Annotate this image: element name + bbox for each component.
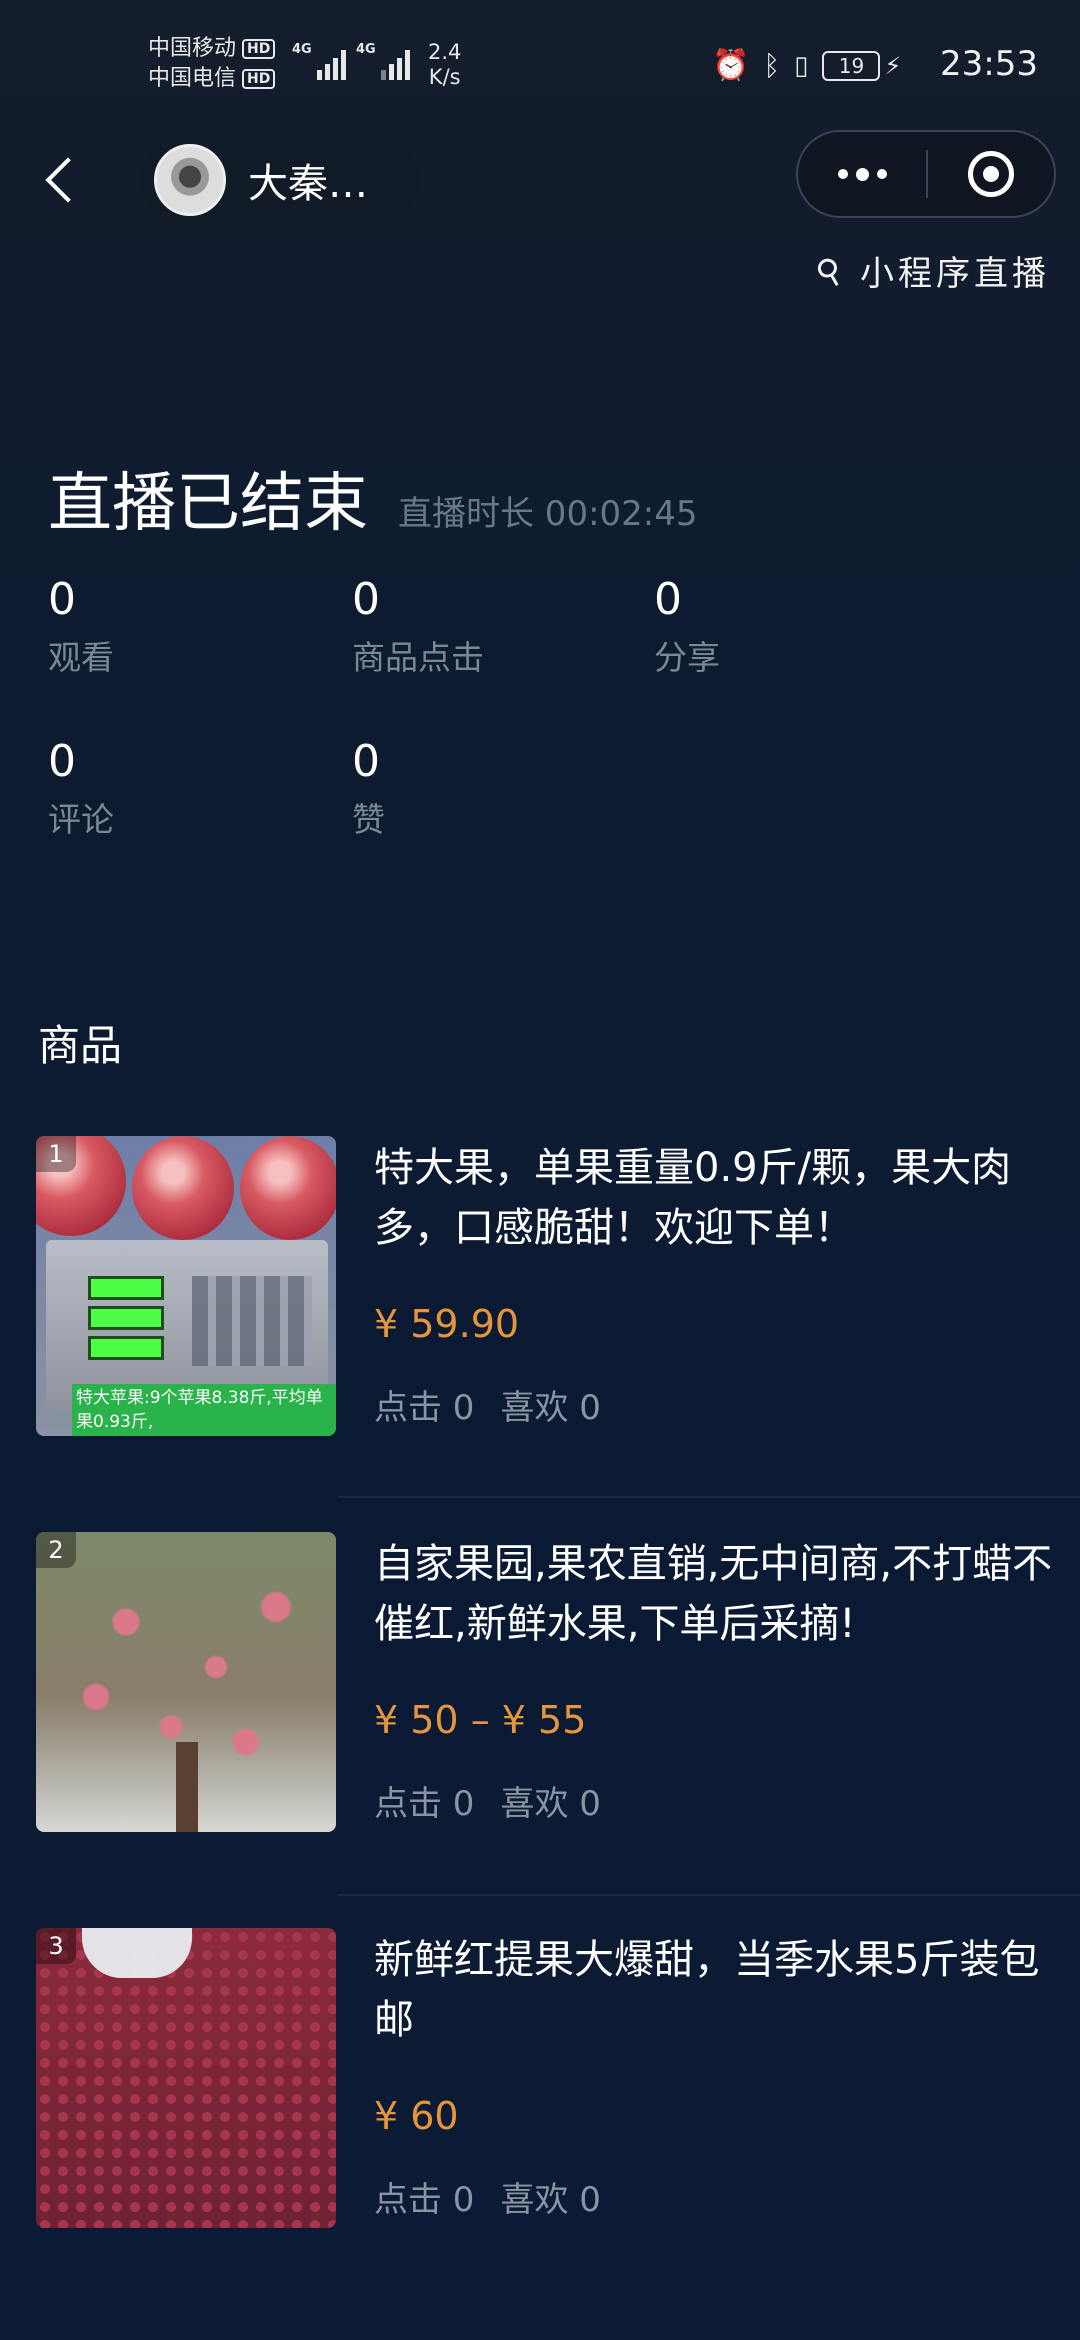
- host-name: 大秦…: [248, 161, 368, 207]
- speed-unit: K/s: [428, 65, 461, 89]
- stat-value: 0: [352, 574, 380, 625]
- stat-views: 0 观看: [48, 570, 348, 686]
- mini-live-label: 小程序直播: [860, 254, 1050, 294]
- live-ended-header: 直播已结束 直播时长 00:02:45: [48, 452, 698, 544]
- avatar: [154, 144, 226, 216]
- network-speed: 2.4 K/s: [428, 40, 461, 90]
- stat-likes: 0 赞: [352, 732, 652, 848]
- scale-display: [88, 1336, 164, 1360]
- speed-value: 2.4: [428, 40, 462, 64]
- tree-trunk-shape: [176, 1742, 198, 1832]
- stat-comments: 0 评论: [48, 732, 348, 848]
- host-profile[interactable]: 大秦…: [140, 130, 420, 230]
- hd-badge: HD: [242, 39, 276, 59]
- product-stats: 点击 0 喜欢 0: [374, 2172, 601, 2221]
- product-item[interactable]: 3 新鲜红提果大爆甜，当季水果5斤装包邮 ¥ 60 点击 0 喜欢 0: [36, 1928, 1080, 2228]
- battery-icon: 19: [822, 50, 881, 81]
- network-type: 4G: [356, 42, 376, 57]
- apple-shape: [132, 1136, 234, 1240]
- image-caption: 特大苹果:9个苹果8.38斤,平均单果0.93斤,: [72, 1384, 336, 1436]
- product-clicks: 点击 0: [374, 1388, 475, 1428]
- product-price: ¥ 60: [374, 2094, 459, 2138]
- stat-label: 分享: [654, 638, 720, 677]
- products-section-title: 商品: [38, 1021, 123, 1070]
- product-clicks: 点击 0: [374, 2180, 475, 2220]
- product-clicks: 点击 0: [374, 1784, 475, 1824]
- product-stats: 点击 0 喜欢 0: [374, 1776, 601, 1825]
- more-button[interactable]: [798, 132, 926, 216]
- product-index: 3: [36, 1928, 76, 1964]
- close-target-icon: [968, 151, 1014, 197]
- status-bar: 中国移动 HD 中国电信 HD 4G 4G 2.4 K/s ⏰ ᛒ ▯ 19 ⚡ 2…: [0, 0, 1080, 130]
- link-icon: ⚲: [809, 245, 855, 296]
- stat-label: 商品点击: [352, 638, 484, 677]
- clock: 23:53: [940, 44, 1038, 84]
- product-title: 自家果园,果农直销,无中间商,不打蜡不催红,新鲜水果,下单后采摘!: [374, 1541, 1053, 1647]
- mini-program-capsule: [796, 130, 1056, 218]
- stat-value: 0: [654, 574, 682, 625]
- bluetooth-icon: ᛒ: [763, 49, 781, 82]
- stat-product-clicks: 0 商品点击: [352, 570, 652, 686]
- product-image: 3: [36, 1928, 336, 2228]
- product-price: ¥ 50 – ¥ 55: [374, 1698, 587, 1742]
- alarm-icon: ⏰: [712, 48, 750, 83]
- stat-label: 评论: [48, 800, 114, 839]
- back-button[interactable]: [42, 150, 82, 210]
- product-item[interactable]: 2 自家果园,果农直销,无中间商,不打蜡不催红,新鲜水果,下单后采摘! ¥ 50…: [36, 1532, 1080, 1832]
- divider: [338, 1496, 1080, 1498]
- scale-display: [88, 1306, 164, 1330]
- product-stats: 点击 0 喜欢 0: [374, 1380, 601, 1429]
- system-icons: ⏰ ᛒ ▯ 19 ⚡: [712, 48, 901, 83]
- product-index: 1: [36, 1136, 76, 1172]
- product-item[interactable]: 特大苹果:9个苹果8.38斤,平均单果0.93斤, 1 特大果，单果重量0.9斤…: [36, 1136, 1080, 1436]
- divider: [338, 1894, 1080, 1896]
- more-dots-icon: [855, 167, 869, 181]
- product-likes: 喜欢 0: [500, 2180, 601, 2220]
- mini-program-live-link[interactable]: ⚲ 小程序直播: [809, 246, 1050, 295]
- page-title: 直播已结束: [48, 467, 368, 541]
- product-likes: 喜欢 0: [500, 1784, 601, 1824]
- close-button[interactable]: [928, 151, 1054, 197]
- more-dots-icon: [876, 169, 887, 179]
- product-image: 特大苹果:9个苹果8.38斤,平均单果0.93斤, 1: [36, 1136, 336, 1436]
- carrier-2: 中国电信: [148, 66, 237, 91]
- apple-shape: [240, 1136, 336, 1240]
- stat-label: 观看: [48, 638, 114, 677]
- signal-icon: 4G: [356, 42, 410, 80]
- stat-value: 0: [352, 736, 380, 787]
- scale-display: [88, 1276, 164, 1300]
- signal-icon: 4G: [292, 42, 346, 80]
- stat-value: 0: [48, 736, 76, 787]
- product-title: 特大果，单果重量0.9斤/颗，果大肉多，口感脆甜！欢迎下单！: [374, 1145, 1012, 1251]
- product-index: 2: [36, 1532, 76, 1568]
- product-likes: 喜欢 0: [500, 1388, 601, 1428]
- stat-label: 赞: [352, 800, 385, 839]
- stat-shares: 0 分享: [654, 570, 954, 686]
- live-duration: 直播时长 00:02:45: [398, 494, 698, 534]
- hd-badge: HD: [242, 69, 276, 89]
- stat-value: 0: [48, 574, 76, 625]
- product-price: ¥ 59.90: [374, 1302, 520, 1346]
- vibrate-icon: ▯: [794, 50, 809, 81]
- charging-icon: ⚡: [884, 51, 902, 80]
- network-type: 4G: [292, 42, 312, 57]
- bag-shape: [82, 1928, 192, 1978]
- product-image: 2: [36, 1532, 336, 1832]
- more-dots-icon: [837, 169, 848, 179]
- scale-keypad: [192, 1276, 312, 1366]
- carrier-1: 中国移动: [148, 36, 237, 61]
- carrier-info: 中国移动 HD 中国电信 HD: [148, 34, 276, 94]
- product-title: 新鲜红提果大爆甜，当季水果5斤装包邮: [374, 1937, 1040, 2043]
